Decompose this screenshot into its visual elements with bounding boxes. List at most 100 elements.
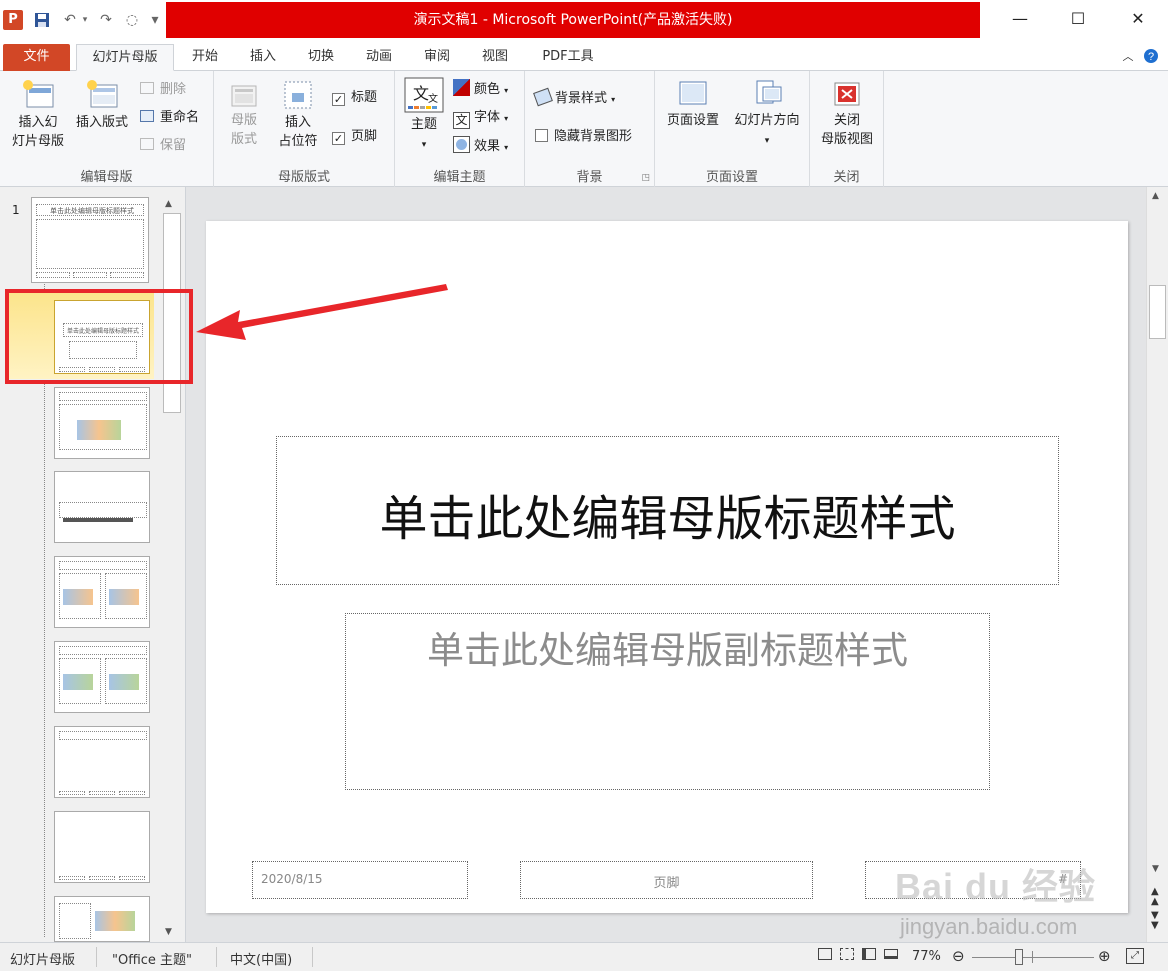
annotation-arrow	[196, 284, 448, 340]
zoom-slider-track[interactable]	[972, 957, 1094, 958]
layout-thumbnail-3[interactable]	[54, 387, 150, 459]
status-separator	[216, 947, 217, 967]
hide-background-checkbox[interactable]: 隐藏背景图形	[535, 127, 632, 147]
layout-thumbnail-7[interactable]	[54, 726, 150, 798]
insert-layout-label: 插入版式	[75, 115, 128, 130]
normal-view-icon[interactable]	[818, 948, 832, 964]
master-layout-label-2: 版式	[230, 132, 257, 147]
slide-title-text[interactable]: 单击此处编辑母版标题样式	[277, 479, 1058, 549]
tab-review[interactable]: 审阅	[412, 44, 462, 71]
slide-orientation-button[interactable]: 幻灯片方向 ▾	[727, 79, 807, 151]
close-group-label: 关闭	[833, 170, 860, 185]
footer-checkbox-label: 页脚	[351, 129, 378, 144]
effects-button[interactable]: 效果 ▾	[453, 136, 508, 158]
layout-thumbnail-6[interactable]	[54, 641, 150, 713]
insert-layout-button[interactable]: 插入版式	[70, 79, 134, 132]
group-background: 背景样式 ▾ 隐藏背景图形 背景 ◳	[525, 71, 655, 187]
slide-subtitle-text[interactable]: 单击此处编辑母版副标题样式	[346, 620, 989, 674]
fonts-dropdown-icon: ▾	[504, 114, 509, 123]
tab-file[interactable]: 文件	[3, 44, 70, 71]
reading-view-icon[interactable]	[862, 948, 876, 964]
tab-slide-master[interactable]: 幻灯片母版	[76, 44, 174, 71]
close-master-view-icon	[834, 82, 860, 106]
close-window-button[interactable]: ✕	[1108, 0, 1168, 38]
powerpoint-app-icon[interactable]: P	[3, 10, 23, 30]
tab-pdf-tools[interactable]: PDF工具	[528, 44, 608, 71]
insert-slide-master-button[interactable]: 插入幻 灯片母版	[6, 79, 70, 151]
themes-button[interactable]: 文文 主题 ▾	[401, 77, 447, 155]
paint-bucket-icon	[533, 87, 553, 107]
minimize-button[interactable]: —	[990, 0, 1050, 38]
layout-thumbnail-8[interactable]	[54, 811, 150, 883]
title-placeholder[interactable]: 单击此处编辑母版标题样式	[276, 436, 1059, 585]
undo-icon[interactable]: ↶	[60, 9, 80, 31]
tab-insert[interactable]: 插入	[238, 44, 288, 71]
slide-scrollbar[interactable]: ▲ ▼ ▲ ▲ ▼ ▼	[1146, 187, 1168, 942]
scroll-up-icon[interactable]: ▲	[165, 199, 172, 209]
title-check-icon: ✓	[332, 93, 345, 106]
footer-text[interactable]: 页脚	[521, 872, 812, 891]
fit-to-window-icon[interactable]: ⤢	[1126, 947, 1144, 964]
annotation-highlight-box	[5, 289, 193, 384]
layout-thumbnail-4[interactable]	[54, 471, 150, 543]
svg-text:文: 文	[413, 84, 429, 103]
footer-checkbox[interactable]: ✓ 页脚	[332, 127, 377, 147]
scroll-down-icon[interactable]: ▼	[165, 927, 172, 937]
effects-label: 效果	[474, 139, 501, 154]
zoom-in-icon[interactable]: ⊕	[1098, 947, 1111, 965]
baidu-watermark-logo: Bai du 经验	[895, 858, 1096, 910]
zoom-slider-thumb[interactable]	[1015, 949, 1023, 965]
status-language[interactable]: 中文(中国)	[230, 949, 292, 968]
previous-slide-icon[interactable]: ▲ ▲	[1151, 887, 1159, 907]
title-checkbox[interactable]: ✓ 标题	[332, 88, 377, 108]
colors-button[interactable]: 颜色 ▾	[453, 79, 508, 101]
background-styles-button[interactable]: 背景样式 ▾	[533, 87, 615, 110]
collapse-ribbon-icon[interactable]: ︿	[1118, 44, 1138, 71]
subtitle-placeholder[interactable]: 单击此处编辑母版副标题样式	[345, 613, 990, 790]
slide-scroll-down-icon[interactable]: ▼	[1152, 864, 1159, 874]
close-master-view-button[interactable]: 关闭 母版视图	[814, 81, 880, 149]
undo-dropdown-icon[interactable]: ▾	[80, 9, 90, 31]
redo-icon[interactable]: ↷	[96, 9, 116, 31]
slide-scroll-up-icon[interactable]: ▲	[1152, 191, 1159, 201]
layout-thumbnail-9[interactable]	[54, 896, 150, 942]
rename-icon	[140, 110, 154, 122]
status-view-name: 幻灯片母版	[10, 953, 76, 968]
customize-qat-icon[interactable]: ▾	[148, 9, 162, 31]
group-page-setup: 页面设置 幻灯片方向 ▾ 页面设置	[655, 71, 810, 187]
effects-dropdown-icon: ▾	[504, 143, 509, 152]
preserve-button[interactable]: 保留	[140, 136, 186, 156]
background-dialog-launcher-icon[interactable]: ◳	[641, 173, 650, 183]
slide-scroll-thumb[interactable]	[1149, 285, 1166, 339]
tab-view[interactable]: 视图	[470, 44, 520, 71]
maximize-button[interactable]: ☐	[1048, 0, 1108, 38]
slide-show-icon[interactable]	[884, 948, 898, 963]
tab-animations[interactable]: 动画	[354, 44, 404, 71]
fonts-button[interactable]: 文字体 ▾	[453, 108, 508, 129]
help-icon[interactable]: ?	[1140, 44, 1162, 71]
edit-theme-group-label: 编辑主题	[433, 170, 486, 185]
footer-placeholder[interactable]: 页脚	[520, 861, 813, 899]
rename-button[interactable]: 重命名	[140, 108, 199, 128]
slide-sorter-view-icon[interactable]	[840, 948, 854, 964]
insert-slide-master-label-2: 灯片母版	[11, 134, 64, 149]
background-styles-label: 背景样式	[555, 91, 608, 106]
zoom-level[interactable]: 77%	[912, 949, 941, 964]
zoom-out-icon[interactable]: ⊖	[952, 947, 965, 965]
next-slide-icon[interactable]: ▼ ▼	[1151, 911, 1159, 931]
page-setup-button[interactable]: 页面设置	[659, 79, 727, 130]
master-layout-button[interactable]: 母版 版式	[222, 83, 266, 149]
layout-thumbnail-5[interactable]	[54, 556, 150, 628]
date-text[interactable]: 2020/8/15	[261, 872, 323, 886]
tab-transitions[interactable]: 切换	[296, 44, 346, 71]
repeat-icon[interactable]: ◌	[122, 9, 142, 31]
insert-placeholder-icon	[284, 81, 312, 109]
save-icon[interactable]	[32, 9, 52, 31]
insert-placeholder-button[interactable]: 插入 占位符	[268, 79, 328, 151]
status-theme-name[interactable]: "Office 主题"	[112, 949, 192, 968]
tab-home[interactable]: 开始	[180, 44, 230, 71]
slide-orientation-label: 幻灯片方向	[734, 113, 800, 128]
slide-master-thumbnail[interactable]: 单击此处编辑母版标题样式	[31, 197, 149, 283]
date-placeholder[interactable]: 2020/8/15	[252, 861, 468, 899]
delete-button[interactable]: 删除	[140, 80, 186, 100]
